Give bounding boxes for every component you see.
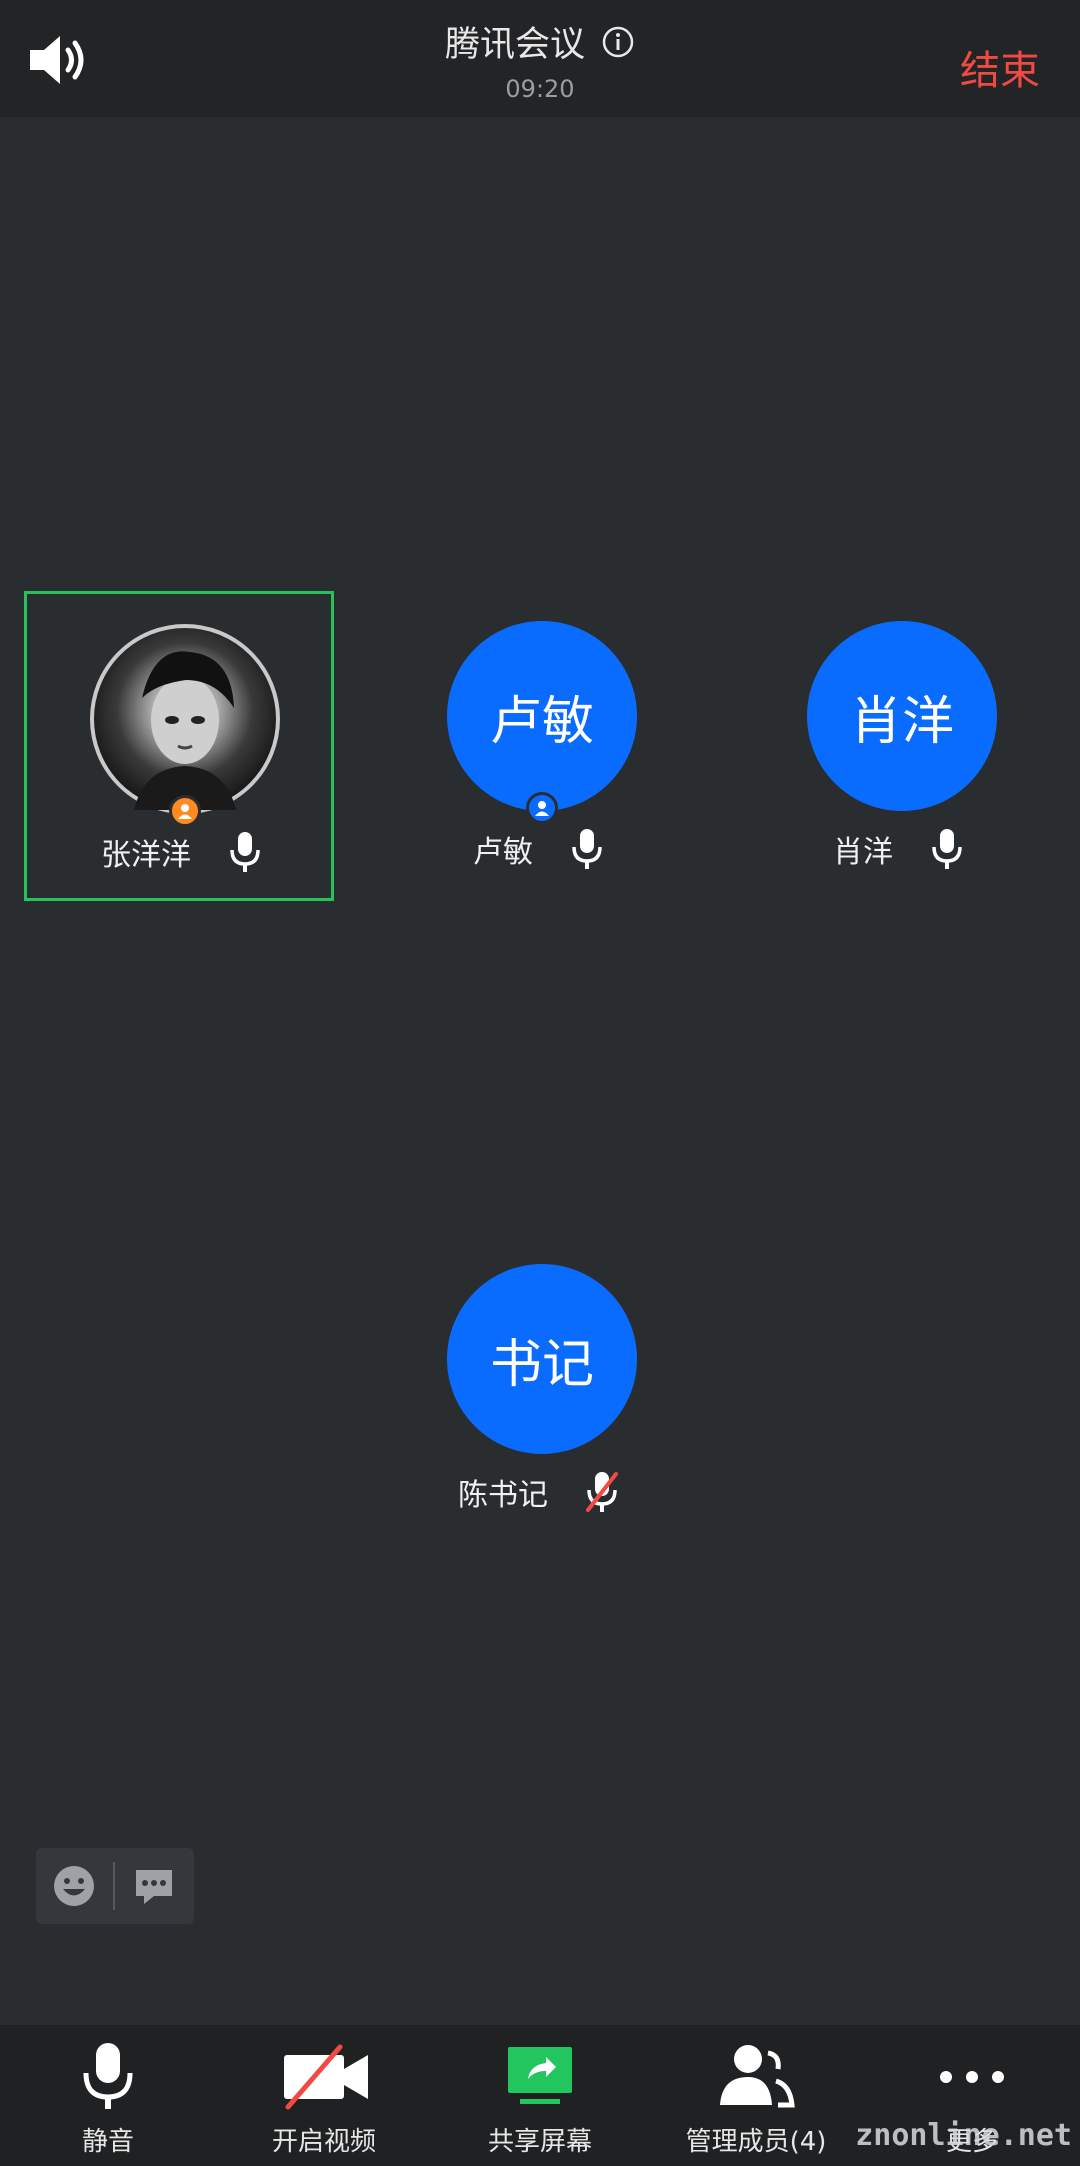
meeting-title-area: 腾讯会议 09:20 xyxy=(0,16,1080,103)
reaction-chat-panel xyxy=(36,1848,194,1924)
avatar-portrait-icon xyxy=(134,651,236,810)
person-icon xyxy=(535,801,549,816)
microphone-icon xyxy=(83,2043,133,2109)
mute-label: 静音 xyxy=(81,2127,134,2157)
participant-name: 卢敏 xyxy=(473,835,533,870)
mute-button[interactable]: 静音 xyxy=(0,2025,216,2166)
microphone-muted-icon xyxy=(586,1472,618,1512)
host-badge xyxy=(169,795,201,827)
meeting-duration: 09:20 xyxy=(505,75,575,103)
participant-tile[interactable]: 书记 陈书记 xyxy=(384,1234,694,1544)
more-icon xyxy=(940,2071,1004,2083)
chat-bubble-icon[interactable] xyxy=(132,1864,176,1908)
participant-name: 张洋洋 xyxy=(101,838,191,873)
manage-members-button[interactable]: 管理成员(4) xyxy=(648,2025,864,2166)
video-off-icon xyxy=(284,2044,368,2110)
start-video-button[interactable]: 开启视频 xyxy=(216,2025,432,2166)
participant-name-row: 卢敏 xyxy=(384,827,694,871)
cohost-badge xyxy=(526,792,558,824)
share-screen-icon xyxy=(508,2047,572,2104)
avatar xyxy=(90,624,280,814)
start-video-label: 开启视频 xyxy=(271,2127,376,2157)
meeting-title: 腾讯会议 xyxy=(444,25,585,65)
meeting-header: 腾讯会议 09:20 结束 xyxy=(0,0,1080,117)
emoji-icon[interactable] xyxy=(52,1864,96,1908)
members-icon xyxy=(720,2045,795,2108)
participant-name: 肖洋 xyxy=(833,835,893,870)
participant-tile[interactable]: 张洋洋 xyxy=(24,591,334,901)
participant-name-row: 张洋洋 xyxy=(27,830,337,874)
avatar: 卢敏 xyxy=(447,621,637,811)
participant-tile[interactable]: 肖洋 肖洋 xyxy=(744,591,1054,901)
participant-tile[interactable]: 卢敏 卢敏 xyxy=(384,591,694,901)
participant-grid: 张洋洋 卢敏 卢敏 肖洋 肖洋 书记 陈书记 xyxy=(0,117,1080,2025)
meeting-title-row[interactable]: 腾讯会议 xyxy=(445,16,635,67)
avatar: 书记 xyxy=(447,1264,637,1454)
person-icon xyxy=(178,804,192,819)
info-icon[interactable] xyxy=(601,25,635,59)
microphone-icon xyxy=(932,829,962,869)
manage-members-label: 管理成员(4) xyxy=(685,2127,827,2157)
end-meeting-button[interactable]: 结束 xyxy=(960,38,1040,96)
watermark: znonline.net xyxy=(855,2118,1072,2153)
microphone-icon xyxy=(572,829,602,869)
participant-name-row: 肖洋 xyxy=(744,827,1054,871)
participant-name: 陈书记 xyxy=(458,1478,548,1513)
share-screen-label: 共享屏幕 xyxy=(487,2127,592,2157)
microphone-icon xyxy=(230,832,260,872)
share-screen-button[interactable]: 共享屏幕 xyxy=(432,2025,648,2166)
participant-name-row: 陈书记 xyxy=(384,1470,694,1514)
divider xyxy=(113,1862,115,1910)
avatar: 肖洋 xyxy=(807,621,997,811)
